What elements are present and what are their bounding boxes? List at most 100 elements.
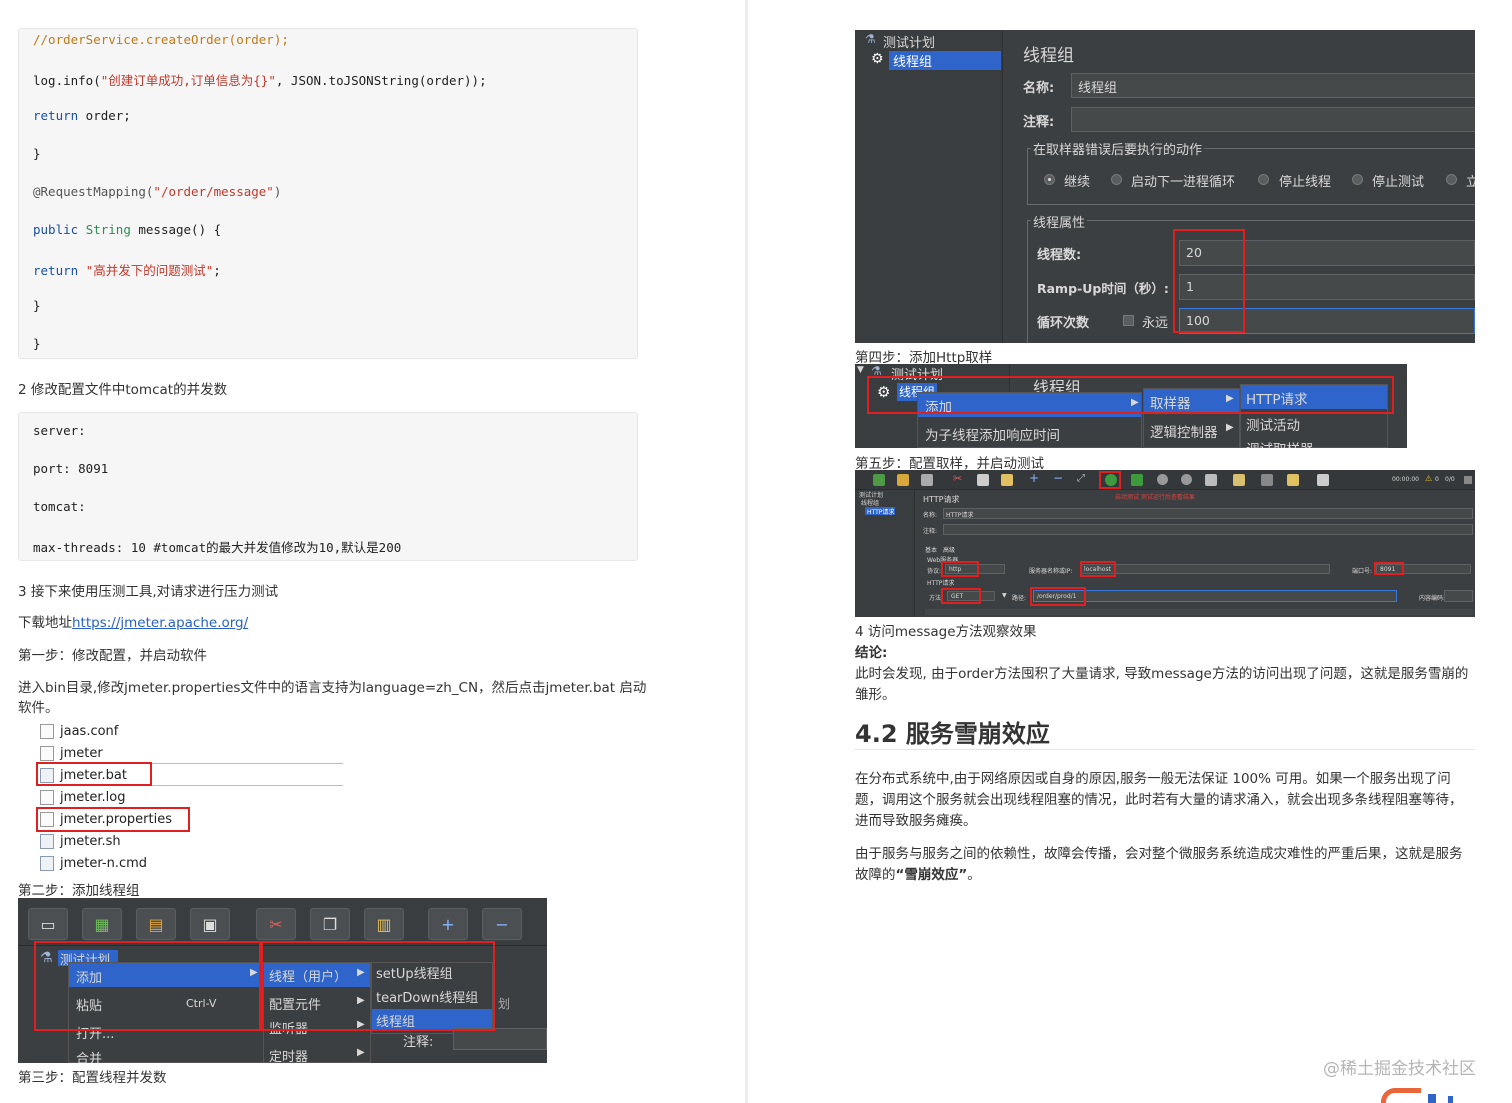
file-item[interactable]: jmeter-n.cmd: [40, 853, 147, 873]
radio-continue[interactable]: [1044, 174, 1055, 185]
thread-count: 0/0: [1445, 476, 1455, 483]
menu-item-merge[interactable]: 合并: [76, 1048, 102, 1063]
para2-line2: 故障的“雪崩效应”。: [855, 863, 981, 883]
code-line-return2: return "高并发下的问题测试";: [33, 263, 221, 278]
highlight-jmeter-properties: [36, 807, 190, 832]
comment-field[interactable]: [1071, 107, 1475, 132]
tab-basic[interactable]: 基本: [925, 545, 937, 554]
expand-icon[interactable]: +: [428, 908, 468, 940]
shutdown-icon[interactable]: [1181, 474, 1192, 485]
screenshot-add-thread-group: ▭ ▦ ▤ ▣ ✂ ❐ ▥ + − ⚗ 测试计划 添加 ▶ 粘贴 Ctrl-V …: [18, 898, 547, 1063]
file-item[interactable]: jaas.conf: [40, 721, 118, 741]
file-name: jmeter.log: [60, 789, 126, 805]
path-field[interactable]: [1033, 590, 1397, 602]
radio-stop-thread[interactable]: [1258, 174, 1269, 185]
tree-child-label[interactable]: 线程组: [861, 498, 879, 507]
rampup-label: Ramp-Up时间（秒）:: [1037, 281, 1169, 296]
copy-icon[interactable]: ❐: [310, 908, 350, 940]
code-line: }: [33, 336, 41, 351]
warning-icon: ⚠: [1425, 474, 1433, 483]
paste-icon[interactable]: [1001, 474, 1013, 486]
open-folder-icon[interactable]: ▤: [136, 908, 176, 940]
html5-logo-fragment: [1381, 1088, 1421, 1103]
file-item[interactable]: jmeter.sh: [40, 831, 121, 851]
name-label: 名称:: [1023, 81, 1055, 96]
file-name: jmeter: [60, 745, 103, 761]
template-icon[interactable]: ▦: [82, 908, 122, 940]
file-name: jaas.conf: [60, 723, 119, 739]
highlight-start-button: [1099, 471, 1121, 489]
clear-icon[interactable]: [1233, 474, 1245, 486]
radio-stop-now[interactable]: [1446, 174, 1457, 185]
code-line: port: 8091: [33, 461, 109, 476]
cut-icon[interactable]: ✂: [953, 472, 962, 485]
screenshot-http-request-config: ✂ + − ⤢ 00:00:00 ⚠ 0 0/0 启动测试 测试运行后查看结果 …: [855, 470, 1475, 617]
tree-root-label[interactable]: 测试计划: [883, 32, 935, 51]
menu-item-test-action[interactable]: 测试活动: [1246, 414, 1300, 434]
step-three-text: 第三步：配置线程并发数: [18, 1070, 167, 1086]
menu-item-debug-sampler[interactable]: 调试取样器: [1246, 438, 1314, 448]
code-block-order-controller: //orderService.createOrder(order); log.i…: [18, 28, 638, 359]
radio-stop-test[interactable]: [1352, 174, 1363, 185]
comment-field[interactable]: [453, 1028, 547, 1050]
name-field[interactable]: [943, 508, 1473, 519]
save-icon[interactable]: ▣: [190, 908, 230, 940]
comment-label: 注释:: [923, 528, 938, 535]
help-icon[interactable]: [1317, 474, 1329, 486]
step-five-text: 第五步：配置取样，并启动测试: [855, 456, 1044, 472]
code-line: }: [33, 298, 41, 313]
submenu-arrow-icon: ▶: [357, 1047, 365, 1058]
tab-advanced[interactable]: 高级: [943, 545, 955, 554]
radio-label: 停止线程: [1279, 175, 1332, 190]
file-item[interactable]: jmeter.log: [40, 787, 125, 807]
file-item[interactable]: jmeter: [40, 743, 103, 763]
radio-next-loop[interactable]: [1111, 174, 1122, 185]
code-line-log: log.info("创建订单成功,订单信息为{}", JSON.toJSONSt…: [33, 73, 487, 88]
function-icon[interactable]: [1287, 474, 1299, 486]
chevron-down-icon[interactable]: ▼: [1002, 592, 1007, 599]
new-icon[interactable]: ▭: [28, 908, 68, 940]
download-line: 下载地址https://jmeter.apache.org/: [18, 611, 248, 631]
step-four-text: 第四步：添加Http取样: [855, 350, 993, 366]
file-name: jmeter.sh: [60, 833, 121, 849]
collapse-icon[interactable]: −: [1053, 471, 1063, 485]
copy-icon[interactable]: [977, 474, 989, 486]
jmeter-download-link[interactable]: https://jmeter.apache.org/: [72, 615, 248, 631]
open-icon[interactable]: [897, 474, 909, 486]
name-field[interactable]: [1071, 73, 1475, 98]
screenshot-add-http-sampler: ▼ ⚗ 测试计划 ⚙ 线程组 线程组 添加 ▶ 为子线程添加响应时间 取样器 ▶…: [855, 364, 1407, 448]
para1-line2: 题，调用这个服务就会出现线程阻塞的情况，此时若有大量的请求涌入，就会出现多条线程…: [855, 792, 1463, 808]
expand-icon[interactable]: +: [1029, 471, 1039, 485]
template-icon[interactable]: [873, 474, 885, 486]
code-line-mapping: @RequestMapping("/order/message"): [33, 184, 282, 199]
server-field[interactable]: [1080, 564, 1330, 574]
step2-heading: 2 修改配置文件中tomcat的并发数: [18, 382, 228, 398]
flask-icon: ⚗: [865, 32, 876, 46]
menu-item-timer[interactable]: 定时器: [269, 1046, 308, 1063]
code-line-method: public String message() {: [33, 222, 222, 237]
loop-label: 循环次数: [1037, 316, 1090, 331]
tree-child-label[interactable]: 线程组: [893, 51, 932, 70]
step-one-text: 第一步：修改配置，并启动软件: [18, 648, 207, 664]
toggle-icon[interactable]: ⤢: [1077, 473, 1085, 484]
remote-start-icon[interactable]: [1205, 474, 1217, 486]
collapse-icon[interactable]: −: [482, 908, 522, 940]
start-no-pause-icon[interactable]: [1131, 474, 1143, 486]
log-icon[interactable]: [1464, 476, 1472, 484]
search-icon[interactable]: [1261, 474, 1273, 486]
save-icon[interactable]: [921, 474, 933, 486]
tree-leaf-label[interactable]: HTTP请求: [867, 507, 894, 516]
cut-icon[interactable]: ✂: [256, 908, 296, 940]
comment-label: 注释:: [403, 1035, 434, 1050]
menu-item-logic-controller[interactable]: 逻辑控制器: [1150, 421, 1218, 441]
encoding-field[interactable]: [1444, 590, 1473, 602]
forever-checkbox[interactable]: [1123, 315, 1134, 326]
file-icon: [40, 745, 54, 761]
paste-icon[interactable]: ▥: [364, 908, 404, 940]
para2-line1: 由于服务与服务之间的依赖性，故障会传播，会对整个微服务系统造成灾难性的严重后果，…: [855, 846, 1463, 862]
section-title: 4.2 服务雪崩效应: [855, 720, 1050, 748]
menu-item-response-time[interactable]: 为子线程添加响应时间: [925, 424, 1060, 444]
submenu-arrow-icon: ▶: [1226, 422, 1234, 433]
comment-field[interactable]: [943, 524, 1473, 535]
stop-icon[interactable]: [1157, 474, 1168, 485]
